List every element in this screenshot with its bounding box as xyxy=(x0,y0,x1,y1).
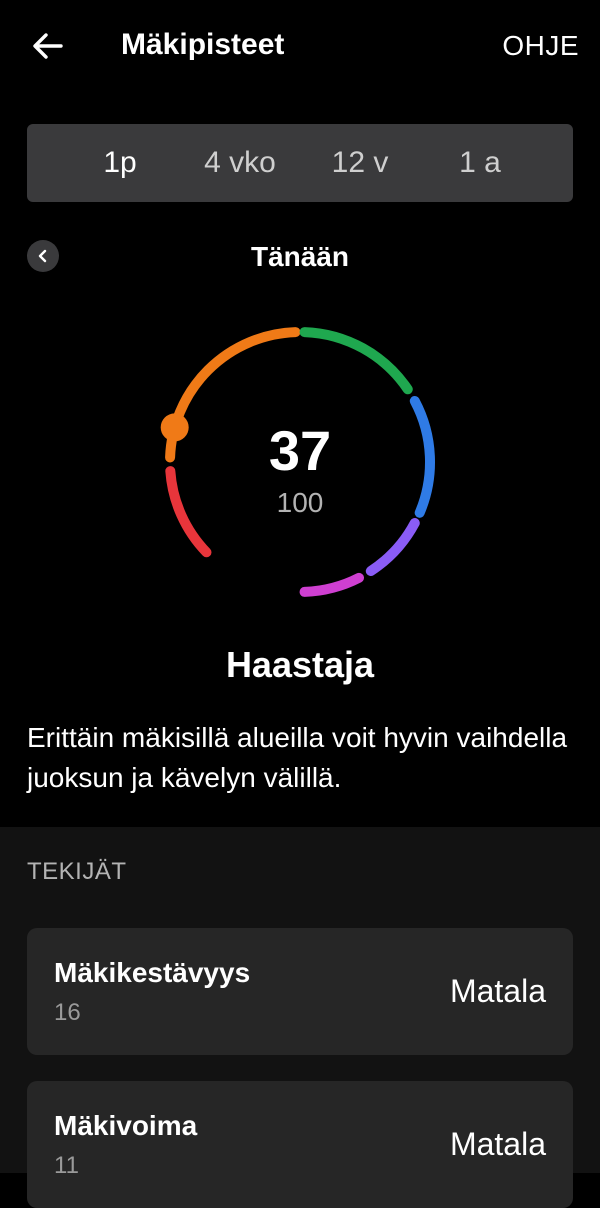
help-button[interactable]: OHJE xyxy=(502,29,579,63)
factor-value: 16 xyxy=(54,999,81,1026)
period-tab-12-months[interactable]: 12 v xyxy=(315,124,405,202)
gauge-segment-magenta xyxy=(299,572,365,597)
gauge-segment-purple xyxy=(365,518,420,577)
period-tab-1-day[interactable]: 1p xyxy=(75,124,165,202)
factor-rating: Matala xyxy=(449,1126,546,1162)
factor-card-hill-strength[interactable]: Mäkivoima 11 Matala xyxy=(27,1081,573,1208)
level-description: Erittäin mäkisillä alueilla voit hyvin v… xyxy=(27,722,568,793)
factors-header: TEKIJÄT xyxy=(27,858,127,885)
arrow-left-icon xyxy=(33,33,63,59)
level-title: Haastaja xyxy=(225,644,375,685)
factor-name: Mäkikestävyys xyxy=(54,957,251,988)
factors-section: TEKIJÄT Mäkikestävyys 16 Matala Mäkivoim… xyxy=(0,827,600,1208)
factor-value: 11 xyxy=(54,1152,79,1179)
period-tab-1-year[interactable]: 1 a xyxy=(435,124,525,202)
factor-name: Mäkivoima xyxy=(54,1110,198,1141)
back-button[interactable] xyxy=(28,26,68,66)
score-max: 100 xyxy=(276,487,324,518)
period-tab-4-weeks[interactable]: 4 vko xyxy=(190,124,290,202)
gauge-segment-green xyxy=(299,327,413,395)
app-header: Mäkipisteet OHJE xyxy=(0,0,600,92)
factor-card-hill-endurance[interactable]: Mäkikestävyys 16 Matala xyxy=(27,928,573,1055)
factor-rating: Matala xyxy=(449,973,546,1009)
page-title: Mäkipisteet xyxy=(121,28,285,61)
date-label: Tänään xyxy=(250,241,350,272)
period-selector: 1p 4 vko 12 v 1 a xyxy=(27,124,573,202)
score-value: 37 xyxy=(268,419,332,482)
